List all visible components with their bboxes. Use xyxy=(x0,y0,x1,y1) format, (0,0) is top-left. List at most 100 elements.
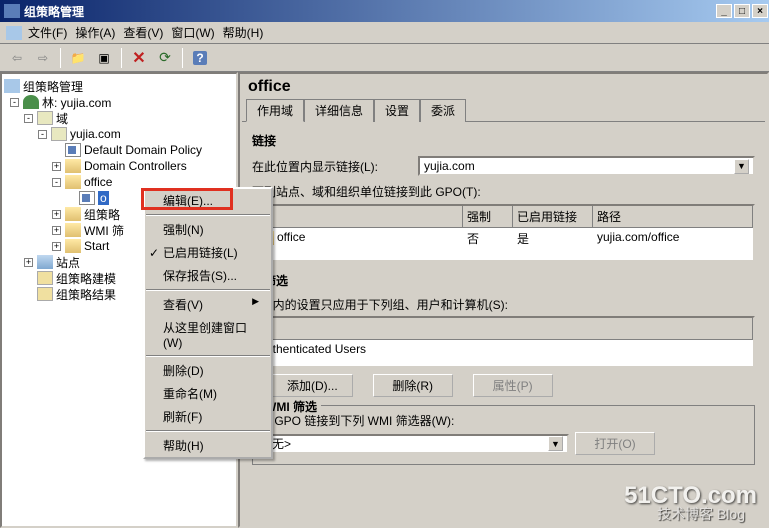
filter-list[interactable]: 称 Authenticated Users xyxy=(252,316,755,368)
back-button[interactable]: ⇦ xyxy=(6,47,28,69)
col-path[interactable]: 路径 xyxy=(593,206,753,227)
menu-help[interactable]: 帮助(H) xyxy=(145,434,271,457)
col-link-enabled[interactable]: 已启用链接 xyxy=(513,206,593,227)
tree-model[interactable]: 组策略建模 xyxy=(56,270,116,287)
tab-details[interactable]: 详细信息 xyxy=(304,99,374,122)
col-force[interactable]: 强制 xyxy=(463,206,513,227)
tree-wmi[interactable]: WMI 筛 xyxy=(84,222,124,239)
ou-icon xyxy=(65,159,81,173)
collapse-icon[interactable]: - xyxy=(10,98,19,107)
menu-force[interactable]: 强制(N) xyxy=(145,218,271,241)
properties-button: 属性(P) xyxy=(473,374,553,397)
menu-new-window[interactable]: 从这里创建窗口(W) xyxy=(145,316,271,353)
tree-sites[interactable]: 站点 xyxy=(56,254,80,271)
menu-view[interactable]: 查看(V) xyxy=(123,24,163,41)
location-dropdown[interactable]: yujia.com ▼ xyxy=(418,156,755,176)
menu-window[interactable]: 窗口(W) xyxy=(171,24,214,41)
tree-result[interactable]: 组策略结果 xyxy=(56,286,116,303)
domain-icon xyxy=(51,127,67,141)
tree-start[interactable]: Start xyxy=(84,239,109,253)
chevron-down-icon: ▼ xyxy=(734,159,749,174)
menu-file[interactable]: 文件(F) xyxy=(28,24,67,41)
tree-dc[interactable]: Domain Controllers xyxy=(84,159,187,173)
location-value: yujia.com xyxy=(424,159,475,173)
model-icon xyxy=(37,271,53,285)
menu-view[interactable]: 查看(V) xyxy=(145,293,271,316)
tree-root[interactable]: 组策略管理 xyxy=(23,78,83,95)
page-heading: office xyxy=(242,76,765,98)
collapse-icon[interactable]: - xyxy=(38,130,47,139)
menu-rename[interactable]: 重命名(M) xyxy=(145,382,271,405)
tree-ddp[interactable]: Default Domain Policy xyxy=(84,143,202,157)
app-icon xyxy=(4,4,20,18)
filter-label: PO 内的设置只应用于下列组、用户和计算机(S): xyxy=(252,296,755,313)
menu-refresh[interactable]: 刷新(F) xyxy=(145,405,271,428)
expand-icon[interactable]: + xyxy=(52,162,61,171)
tab-delegation[interactable]: 委派 xyxy=(420,99,466,122)
tree-gp1[interactable]: 组策略 xyxy=(84,206,120,223)
policy-icon xyxy=(79,191,95,205)
links-list[interactable]: 置 强制 已启用链接 路径 office 否 是 yujia.com/offic… xyxy=(252,204,755,262)
menu-help[interactable]: 帮助(H) xyxy=(223,24,264,41)
list-label: 下列站点、域和组织单位链接到此 GPO(T): xyxy=(252,183,755,200)
tree-forest[interactable]: 林: yujia.com xyxy=(42,94,111,111)
menu-save-report[interactable]: 保存报告(S)... xyxy=(145,264,271,287)
up-button[interactable]: 📁 xyxy=(67,47,89,69)
folder-icon xyxy=(65,207,81,221)
menu-bar: 文件(F) 操作(A) 查看(V) 窗口(W) 帮助(H) xyxy=(0,22,769,44)
help-button[interactable]: ? xyxy=(189,47,211,69)
chevron-down-icon: ▼ xyxy=(548,436,563,451)
window-titlebar: 组策略管理 _ □ × xyxy=(0,0,769,22)
tree-domains[interactable]: 域 xyxy=(56,110,68,127)
tree-domain[interactable]: yujia.com xyxy=(70,127,121,141)
folder-icon xyxy=(65,239,81,253)
add-button[interactable]: 添加(D)... xyxy=(272,374,353,397)
domains-icon xyxy=(37,111,53,125)
filter-title: 全筛选 xyxy=(252,272,755,289)
cell-location: office xyxy=(277,230,305,244)
cell-link: 是 xyxy=(513,228,593,249)
tab-settings[interactable]: 设置 xyxy=(374,99,420,122)
details-pane: office 作用域 详细信息 设置 委派 链接 在此位置内显示链接(L): y… xyxy=(238,72,769,528)
tree-office[interactable]: office xyxy=(84,175,112,189)
tab-scope[interactable]: 作用域 xyxy=(246,99,304,122)
collapse-icon[interactable]: - xyxy=(52,178,61,187)
col-name[interactable]: 称 xyxy=(254,318,753,339)
menu-icon xyxy=(6,26,22,40)
ou-icon xyxy=(65,175,81,189)
menu-action[interactable]: 操作(A) xyxy=(75,24,115,41)
open-button: 打开(O) xyxy=(575,432,655,455)
minimize-button[interactable]: _ xyxy=(716,4,732,18)
expand-icon[interactable]: + xyxy=(52,242,61,251)
show-links-label: 在此位置内显示链接(L): xyxy=(252,158,412,175)
links-title: 链接 xyxy=(252,132,755,149)
tab-strip: 作用域 详细信息 设置 委派 xyxy=(242,98,765,122)
menu-delete[interactable]: 删除(D) xyxy=(145,359,271,382)
maximize-button[interactable]: □ xyxy=(734,4,750,18)
collapse-icon[interactable]: - xyxy=(24,114,33,123)
expand-icon[interactable]: + xyxy=(24,258,33,267)
wmi-label: 此 GPO 链接到下列 WMI 筛选器(W): xyxy=(259,412,748,429)
forward-button[interactable]: ⇨ xyxy=(32,47,54,69)
window-title: 组策略管理 xyxy=(24,3,715,20)
tree-office-gpo[interactable]: o xyxy=(98,191,109,205)
table-row[interactable]: office 否 是 yujia.com/office xyxy=(254,228,753,249)
forest-icon xyxy=(23,95,39,109)
show-button[interactable]: ▣ xyxy=(93,47,115,69)
remove-button[interactable]: 删除(R) xyxy=(373,374,453,397)
table-row[interactable]: Authenticated Users xyxy=(254,340,753,358)
menu-edit[interactable]: 编辑(E)... xyxy=(145,189,271,212)
col-location[interactable]: 置 xyxy=(254,206,463,227)
policy-icon xyxy=(65,143,81,157)
refresh-button[interactable]: ⟳ xyxy=(154,47,176,69)
cell-force: 否 xyxy=(463,228,513,249)
close-button[interactable]: × xyxy=(752,4,768,18)
expand-icon[interactable]: + xyxy=(52,210,61,219)
wmi-dropdown[interactable]: <无> ▼ xyxy=(259,434,569,454)
folder-icon xyxy=(65,223,81,237)
expand-icon[interactable]: + xyxy=(52,226,61,235)
wmi-group: WMI 筛选 此 GPO 链接到下列 WMI 筛选器(W): <无> ▼ 打开(… xyxy=(252,405,755,465)
root-icon xyxy=(4,79,20,93)
delete-button[interactable]: ✕ xyxy=(128,47,150,69)
menu-link-enabled[interactable]: 已启用链接(L) xyxy=(145,241,271,264)
